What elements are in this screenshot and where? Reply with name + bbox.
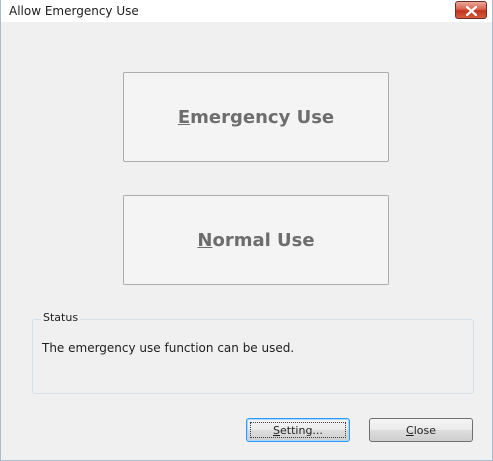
close-mnemonic: C (406, 423, 414, 437)
title-close-button[interactable] (455, 1, 487, 19)
close-icon (466, 6, 477, 16)
status-message: The emergency use function can be used. (42, 341, 295, 355)
dialog-window: Allow Emergency Use Emergency Use Normal… (0, 0, 493, 461)
window-title: Allow Emergency Use (9, 4, 139, 18)
emergency-use-button[interactable]: Emergency Use (123, 72, 389, 162)
close-label-rest: lose (413, 423, 436, 437)
status-legend: Status (41, 311, 81, 324)
normal-use-mnemonic: N (197, 229, 213, 251)
normal-use-button[interactable]: Normal Use (123, 195, 389, 285)
emergency-use-mnemonic: E (177, 106, 191, 128)
setting-button[interactable]: Setting... (246, 418, 350, 442)
close-button[interactable]: Close (369, 418, 473, 442)
close-label: Close (406, 424, 436, 437)
emergency-use-label: Emergency Use (178, 107, 334, 128)
title-bar[interactable]: Allow Emergency Use (1, 0, 492, 22)
emergency-use-label-rest: mergency Use (190, 106, 335, 128)
status-group: Status The emergency use function can be… (32, 311, 474, 394)
normal-use-label: Normal Use (197, 230, 314, 251)
focus-rectangle (250, 422, 346, 438)
normal-use-label-rest: ormal Use (212, 229, 315, 251)
